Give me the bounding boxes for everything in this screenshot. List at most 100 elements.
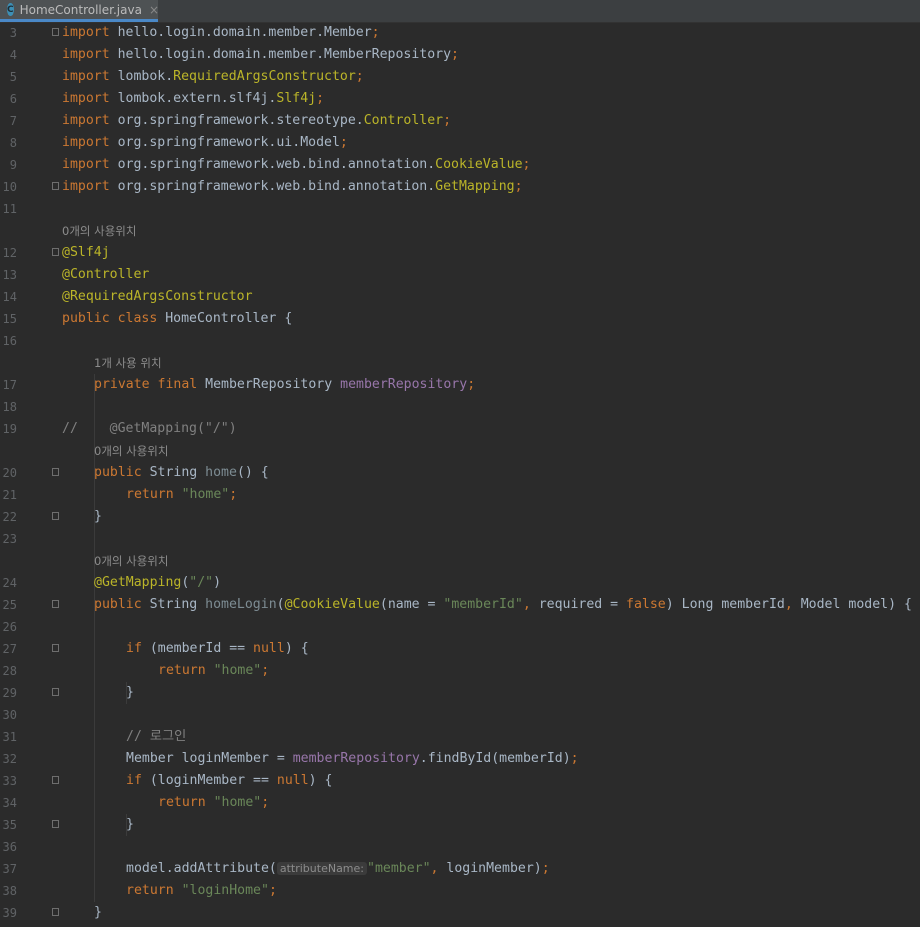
code-line[interactable]: 34 return "home"; bbox=[0, 792, 920, 814]
code-line[interactable]: 9 import org.springframework.web.bind.ann… bbox=[0, 154, 920, 176]
close-tab-icon[interactable]: × bbox=[149, 3, 159, 17]
tab-home-controller[interactable]: C HomeController.java × bbox=[0, 0, 159, 22]
fold-marker-icon[interactable] bbox=[52, 512, 59, 520]
code-token: import bbox=[62, 135, 110, 150]
code-line[interactable]: 6 import lombok.extern.slf4j.Slf4j; bbox=[0, 88, 920, 110]
code-line[interactable]: 18 bbox=[0, 396, 920, 418]
code-text: // 로그인 bbox=[126, 726, 186, 748]
code-text: @RequiredArgsConstructor bbox=[62, 286, 253, 308]
code-line[interactable]: 13 @Controller bbox=[0, 264, 920, 286]
code-token: public bbox=[94, 597, 142, 612]
code-token: String bbox=[141, 597, 206, 612]
code-token: , bbox=[522, 597, 531, 612]
line-number: 31 bbox=[2, 730, 17, 744]
code-text: @Controller bbox=[62, 264, 149, 286]
code-line[interactable]: 20 public String home() { bbox=[0, 462, 920, 484]
code-token: ; bbox=[316, 91, 325, 106]
code-line[interactable]: 23 bbox=[0, 528, 920, 550]
code-line[interactable]: 29} bbox=[0, 682, 920, 704]
usage-count-hint[interactable]: 1개 사용 위치 bbox=[94, 356, 162, 370]
code-token: // @GetMapping("/") bbox=[62, 421, 237, 436]
usage-count-hint[interactable]: 0개의 사용위치 bbox=[62, 224, 136, 238]
fold-marker-icon[interactable] bbox=[52, 820, 59, 828]
code-line[interactable]: 12 @Slf4j bbox=[0, 242, 920, 264]
line-number: 19 bbox=[2, 422, 17, 436]
line-number: 18 bbox=[2, 400, 17, 414]
fold-marker-icon[interactable] bbox=[52, 182, 59, 190]
code-token: ; bbox=[541, 861, 550, 876]
code-line[interactable]: 36 bbox=[0, 836, 920, 858]
usage-count-hint[interactable]: 0개의 사용위치 bbox=[94, 444, 168, 458]
code-line[interactable]: 27 if (memberId == null) { bbox=[0, 638, 920, 660]
code-token: import bbox=[62, 157, 110, 172]
code-text: model.addAttribute(attributeName: "member… bbox=[126, 858, 550, 880]
code-line[interactable]: 1개 사용 위치 bbox=[0, 352, 920, 374]
line-number: 32 bbox=[2, 752, 17, 766]
code-token: import bbox=[62, 47, 110, 62]
code-line[interactable]: 19 // @GetMapping("/") bbox=[0, 418, 920, 440]
fold-marker-icon[interactable] bbox=[52, 908, 59, 916]
line-number: 35 bbox=[2, 818, 17, 832]
code-line[interactable]: 28 return "home"; bbox=[0, 660, 920, 682]
code-text: return "home"; bbox=[158, 660, 269, 682]
code-line[interactable]: 0개의 사용위치 bbox=[0, 550, 920, 572]
code-token: @GetMapping bbox=[94, 575, 182, 590]
code-token: "memberId" bbox=[443, 597, 523, 612]
code-line[interactable]: 37 model.addAttribute(attributeName: "memb… bbox=[0, 858, 920, 880]
line-number: 13 bbox=[2, 268, 17, 282]
code-token: ; bbox=[229, 487, 238, 502]
fold-marker-icon[interactable] bbox=[52, 248, 59, 256]
code-token: return bbox=[158, 663, 206, 678]
code-line[interactable]: 0개의 사용위치 bbox=[0, 440, 920, 462]
fold-marker-icon[interactable] bbox=[52, 776, 59, 784]
code-line[interactable]: 35} bbox=[0, 814, 920, 836]
code-line[interactable]: 4 import hello.login.domain.member.Member… bbox=[0, 44, 920, 66]
code-token: return bbox=[126, 883, 174, 898]
code-line[interactable]: 32 Member loginMember = memberRepository.… bbox=[0, 748, 920, 770]
code-line[interactable]: 22} bbox=[0, 506, 920, 528]
line-number: 8 bbox=[9, 136, 17, 150]
code-token: ; bbox=[261, 663, 270, 678]
code-line[interactable]: 17 private final MemberRepository memberR… bbox=[0, 374, 920, 396]
fold-marker-icon[interactable] bbox=[52, 468, 59, 476]
fold-marker-icon[interactable] bbox=[52, 688, 59, 696]
code-line[interactable]: 5 import lombok.RequiredArgsConstructor; bbox=[0, 66, 920, 88]
code-editor[interactable]: 3 import hello.login.domain.member.Member… bbox=[0, 22, 920, 927]
usage-count-hint[interactable]: 0개의 사용위치 bbox=[94, 554, 168, 568]
code-line[interactable]: 11 bbox=[0, 198, 920, 220]
code-token: } bbox=[126, 685, 134, 700]
code-token: import bbox=[62, 113, 110, 128]
code-line[interactable]: 33 if (loginMember == null) { bbox=[0, 770, 920, 792]
code-text: import hello.login.domain.member.Member; bbox=[62, 22, 380, 44]
code-line[interactable]: 0개의 사용위치 bbox=[0, 220, 920, 242]
code-line[interactable]: 7 import org.springframework.stereotype.C… bbox=[0, 110, 920, 132]
code-token: ; bbox=[339, 135, 348, 150]
code-line[interactable]: 24 @GetMapping("/") bbox=[0, 572, 920, 594]
code-line[interactable]: 21 return "home"; bbox=[0, 484, 920, 506]
code-text: import lombok.RequiredArgsConstructor; bbox=[62, 66, 364, 88]
code-line[interactable]: 26 bbox=[0, 616, 920, 638]
code-line[interactable]: 30 bbox=[0, 704, 920, 726]
code-line[interactable]: 10 import org.springframework.web.bind.an… bbox=[0, 176, 920, 198]
code-token: } bbox=[94, 509, 102, 524]
fold-marker-icon[interactable] bbox=[52, 600, 59, 608]
code-token: ; bbox=[467, 377, 476, 392]
code-line[interactable]: 8 import org.springframework.ui.Model; bbox=[0, 132, 920, 154]
code-line[interactable]: 15 public class HomeController { bbox=[0, 308, 920, 330]
code-line[interactable]: 39} bbox=[0, 902, 920, 924]
usage-hint: 1개 사용 위치 bbox=[94, 352, 162, 375]
code-line[interactable]: 14 @RequiredArgsConstructor bbox=[0, 286, 920, 308]
usage-hint: 0개의 사용위치 bbox=[94, 440, 168, 463]
fold-marker-icon[interactable] bbox=[52, 644, 59, 652]
code-token: @RequiredArgsConstructor bbox=[62, 289, 253, 304]
code-line[interactable]: 16 bbox=[0, 330, 920, 352]
code-token: CookieValue bbox=[435, 157, 523, 172]
code-line[interactable]: 38 return "loginHome"; bbox=[0, 880, 920, 902]
code-line[interactable]: 3 import hello.login.domain.member.Member… bbox=[0, 22, 920, 44]
fold-marker-icon[interactable] bbox=[52, 28, 59, 36]
code-line[interactable]: 31 // 로그인 bbox=[0, 726, 920, 748]
line-number: 24 bbox=[2, 576, 17, 590]
code-line[interactable]: 25 public String homeLogin(@CookieValue(n… bbox=[0, 594, 920, 616]
